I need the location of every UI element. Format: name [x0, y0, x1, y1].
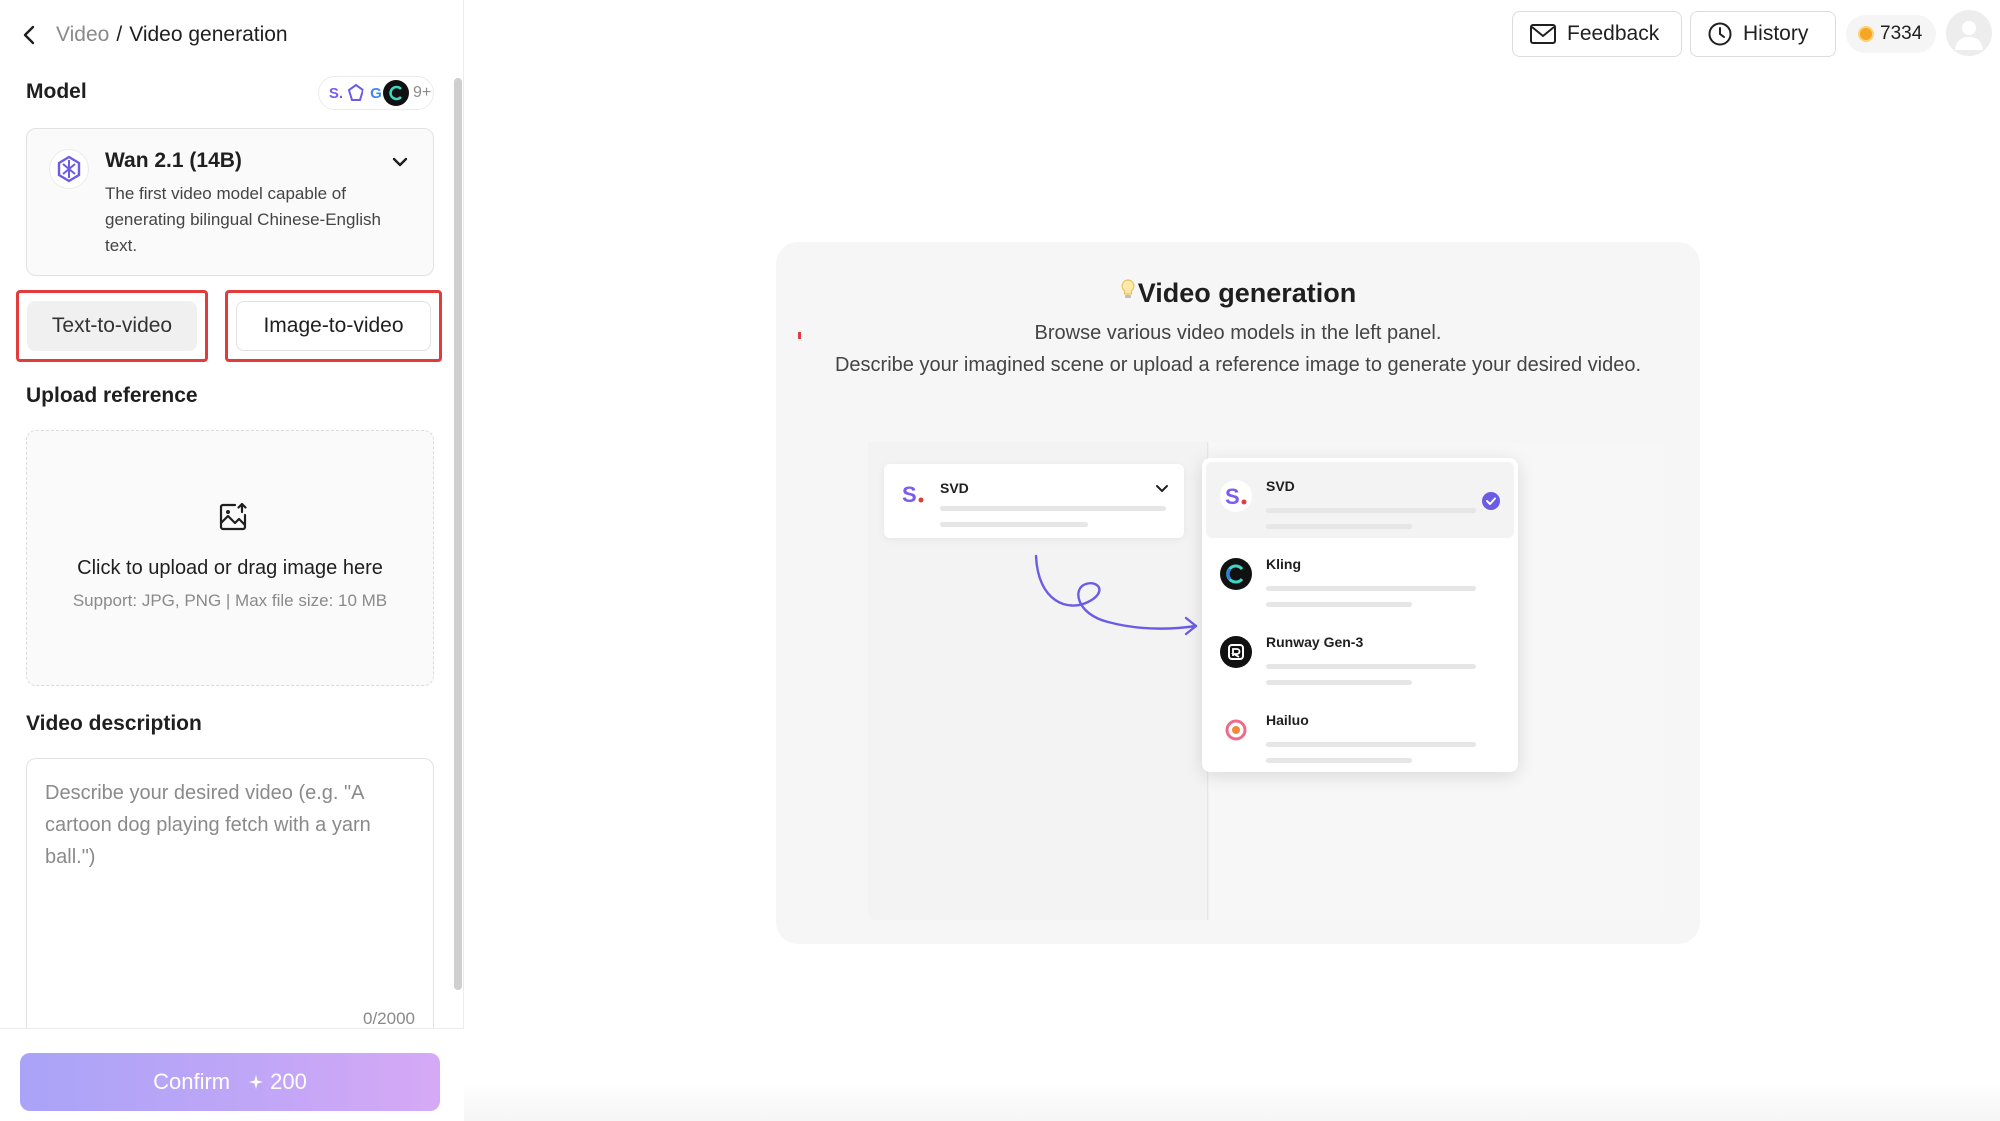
- confirm-cost: 200: [248, 1069, 307, 1095]
- video-description-box: 0/2000: [26, 758, 434, 1038]
- confirm-button[interactable]: Confirm 200: [20, 1053, 440, 1111]
- intro-title-text: Video generation: [1137, 278, 1357, 308]
- model-name: Wan 2.1 (14B): [105, 149, 242, 172]
- sparkle-icon: [249, 1075, 264, 1089]
- intro-line-2: Describe your imagined scene or upload a…: [834, 354, 1642, 376]
- sidebar-scrollbar[interactable]: [454, 78, 462, 990]
- mail-icon: [1530, 24, 1556, 44]
- svd-logo-icon: S: [900, 480, 928, 508]
- lightbulb-icon: [1120, 278, 1136, 309]
- user-icon: [1955, 21, 1983, 50]
- avatar[interactable]: [1946, 10, 1992, 56]
- coin-icon: [1858, 26, 1874, 42]
- tab-image-to-video-label: Image-to-video: [236, 301, 431, 351]
- wan-logo-icon: [49, 149, 89, 189]
- video-description-input[interactable]: [45, 777, 417, 977]
- intro-title: Video generation: [776, 278, 1700, 309]
- tab-text-to-video[interactable]: Text-to-video: [16, 290, 208, 362]
- breadcrumb-parent[interactable]: Video: [56, 23, 109, 47]
- placeholder-line: [1266, 602, 1412, 607]
- kling-logo-icon: [383, 80, 409, 106]
- dropdown-item: Hailuo: [1206, 696, 1514, 772]
- image-upload-dropzone[interactable]: Click to upload or drag image here Suppo…: [26, 430, 434, 686]
- feedback-button[interactable]: Feedback: [1512, 11, 1682, 57]
- placeholder-line: [1266, 664, 1476, 669]
- history-label: History: [1743, 22, 1809, 45]
- check-circle-icon: [1482, 492, 1500, 510]
- illustration-select: S SVD: [884, 464, 1184, 538]
- upload-reference-label: Upload reference: [26, 384, 198, 407]
- tab-image-to-video[interactable]: Image-to-video: [225, 290, 442, 362]
- dropdown-item-name: Kling: [1266, 556, 1301, 572]
- confirm-cost-value: 200: [270, 1069, 307, 1094]
- feedback-label: Feedback: [1567, 22, 1660, 45]
- intro-line-1: Browse various video models in the left …: [1034, 322, 1442, 344]
- placeholder-line: [1266, 508, 1476, 513]
- svg-text:S: S: [902, 482, 917, 507]
- dropdown-item-name: Hailuo: [1266, 712, 1309, 728]
- illustration-dropdown: S SVD Kling Runway Gen-3 Hailuo: [1202, 458, 1518, 772]
- image-upload-icon: [217, 501, 249, 533]
- dropdown-item-name: Runway Gen-3: [1266, 634, 1364, 650]
- intro-card: Video generation Browse various video mo…: [776, 242, 1700, 944]
- model-selection-illustration: S SVD S SVD Kling Runway Gen-3 Hailuo: [868, 442, 1664, 920]
- placeholder-line: [940, 506, 1166, 511]
- more-models-count: 9+: [413, 84, 432, 101]
- confirm-label: Confirm: [153, 1069, 231, 1094]
- model-provider-badges[interactable]: S. G 9+: [318, 76, 434, 110]
- dropdown-item: Runway Gen-3: [1206, 618, 1514, 694]
- illustration-select-value: SVD: [940, 480, 969, 496]
- video-description-label: Video description: [26, 712, 202, 735]
- placeholder-line: [1266, 586, 1476, 591]
- confirm-bar: Confirm 200: [0, 1028, 464, 1121]
- upload-subtitle: Support: JPG, PNG | Max file size: 10 MB: [72, 591, 388, 610]
- chevron-down-icon: [1154, 480, 1170, 501]
- breadcrumb: Video / Video generation: [22, 20, 288, 50]
- placeholder-line: [1266, 680, 1412, 685]
- placeholder-line: [940, 522, 1088, 527]
- svg-text:S: S: [1225, 484, 1240, 509]
- hailuo-logo-icon: [1220, 714, 1252, 746]
- dropdown-item: S SVD: [1206, 462, 1514, 538]
- svd-logo-icon: S: [1220, 480, 1252, 512]
- breadcrumb-current: Video generation: [129, 23, 288, 46]
- upload-title: Click to upload or drag image here: [77, 557, 383, 579]
- breadcrumb-separator: /: [116, 23, 123, 46]
- credits-value: 7334: [1880, 23, 1923, 44]
- bottom-fade: [464, 1081, 2000, 1121]
- curved-arrow-icon: [1034, 554, 1198, 636]
- model-label: Model: [26, 80, 87, 103]
- clock-icon: [1708, 22, 1732, 46]
- tab-text-to-video-label: Text-to-video: [27, 301, 197, 351]
- runway-logo-icon: [1220, 636, 1252, 668]
- back-arrow-icon[interactable]: [22, 24, 44, 46]
- credits-balance[interactable]: 7334: [1846, 15, 1936, 53]
- chevron-down-icon[interactable]: [389, 151, 411, 173]
- character-counter: 0/2000: [363, 1009, 415, 1028]
- model-selector[interactable]: Wan 2.1 (14B) The first video model capa…: [26, 128, 434, 276]
- dropdown-item: Kling: [1206, 540, 1514, 616]
- model-description: The first video model capable of generat…: [105, 184, 381, 255]
- illustration-left-pane: S SVD: [868, 442, 1208, 920]
- left-panel: Video / Video generation Model S. G 9+ W…: [0, 0, 464, 1121]
- placeholder-line: [1266, 524, 1412, 529]
- history-button[interactable]: History: [1690, 11, 1836, 57]
- placeholder-line: [1266, 742, 1476, 747]
- dropdown-item-name: SVD: [1266, 478, 1295, 494]
- placeholder-line: [1266, 758, 1412, 763]
- kling-logo-icon: [1220, 558, 1252, 590]
